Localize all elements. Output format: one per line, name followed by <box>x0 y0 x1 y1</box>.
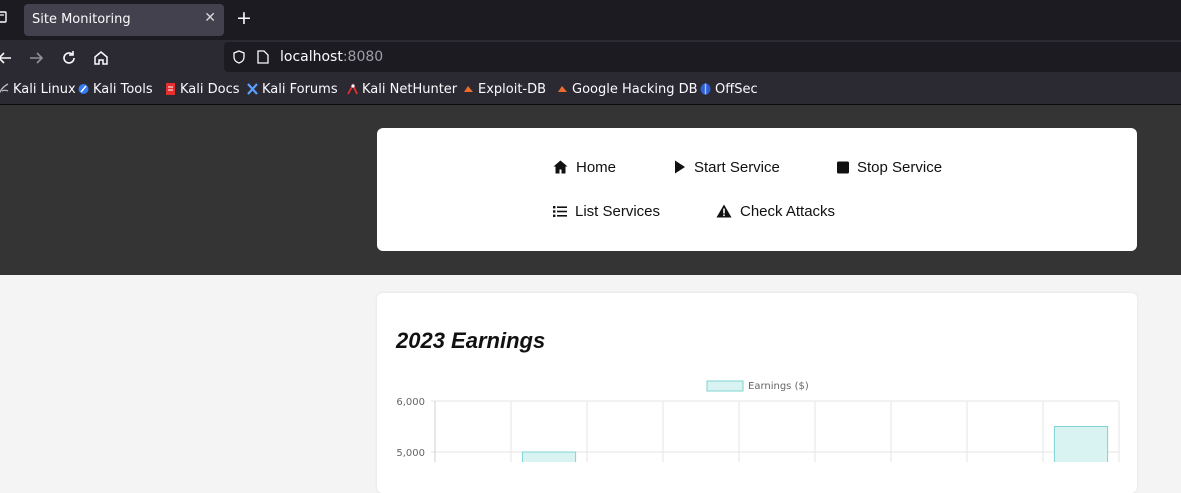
new-tab-icon[interactable]: + <box>236 9 252 28</box>
browser-tab-bar: Site Monitoring ✕ + <box>0 0 1181 40</box>
address-bar[interactable]: localhost:8080 <box>224 42 1181 72</box>
legend-swatch <box>706 380 744 392</box>
stop-icon <box>837 161 849 174</box>
nav-home-link[interactable]: Home <box>553 159 616 176</box>
offsec-icon <box>700 83 711 95</box>
play-icon <box>675 160 685 174</box>
back-icon[interactable] <box>0 49 14 67</box>
reload-icon[interactable] <box>60 49 78 67</box>
kali-tools-icon <box>78 84 89 94</box>
nav-start-label: Start Service <box>694 159 780 176</box>
bookmark-exploit-db[interactable]: Exploit-DB <box>463 82 546 97</box>
bar <box>521 451 577 462</box>
tab-title: Site Monitoring <box>32 12 131 27</box>
bookmark-label: Kali Forums <box>262 82 338 97</box>
page-icon[interactable] <box>257 50 269 64</box>
list-icon <box>553 206 567 217</box>
nav-card: Home Start Service Stop Service List Ser… <box>377 128 1137 251</box>
bookmark-label: Kali Tools <box>93 82 153 97</box>
nav-start-service-link[interactable]: Start Service <box>674 159 780 176</box>
ghdb-icon <box>558 86 567 92</box>
nav-check-attacks-link[interactable]: Check Attacks <box>716 203 835 220</box>
nav-stop-label: Stop Service <box>857 159 943 176</box>
kali-docs-icon <box>166 83 175 95</box>
bookmark-google-hacking-db[interactable]: Google Hacking DB <box>557 82 698 97</box>
nav-stop-service-link[interactable]: Stop Service <box>837 159 942 176</box>
nav-home-label: Home <box>576 159 617 176</box>
y-tick-label: 6,000 <box>396 397 425 408</box>
close-tab-icon[interactable]: ✕ <box>204 10 216 26</box>
bookmark-kali-linux[interactable]: Kali Linux <box>0 82 76 97</box>
bookmark-offsec[interactable]: OffSec <box>700 82 758 97</box>
home-icon <box>553 160 568 174</box>
kali-nethunter-icon <box>347 83 358 95</box>
bookmark-kali-nethunter[interactable]: Kali NetHunter <box>347 82 457 97</box>
url-host: localhost <box>280 49 343 65</box>
tab-list-icon[interactable] <box>0 10 8 24</box>
bookmark-label: Kali Linux <box>13 82 76 97</box>
bookmark-label: Kali Docs <box>180 82 240 97</box>
bookmark-kali-tools[interactable]: Kali Tools <box>78 82 153 97</box>
nav-list-services-link[interactable]: List Services <box>553 203 660 220</box>
kali-forums-icon <box>247 83 258 95</box>
browser-tab[interactable]: Site Monitoring ✕ <box>24 4 224 36</box>
bookmark-label: Exploit-DB <box>478 82 547 97</box>
bookmark-kali-docs[interactable]: Kali Docs <box>165 82 240 97</box>
legend-label: Earnings ($) <box>748 381 809 392</box>
bookmark-label: OffSec <box>715 82 758 97</box>
nav-attacks-label: Check Attacks <box>740 203 836 220</box>
y-tick-label: 5,000 <box>396 448 425 459</box>
url-text: localhost:8080 <box>280 49 383 65</box>
shield-icon[interactable] <box>232 50 246 64</box>
bookmark-label: Google Hacking DB <box>572 82 698 97</box>
bookmark-label: Kali NetHunter <box>362 82 458 97</box>
bookmark-kali-forums[interactable]: Kali Forums <box>247 82 338 97</box>
bookmarks-toolbar: Kali Linux Kali Tools Kali Docs Kali For… <box>0 76 1181 105</box>
exploit-db-icon <box>464 86 473 92</box>
warning-icon <box>716 204 732 218</box>
bar <box>1053 426 1109 462</box>
earnings-chart: Earnings ($) 6,000 5,000 <box>396 380 1120 462</box>
browser-nav-bar: localhost:8080 <box>0 40 1181 76</box>
url-port: :8080 <box>342 49 384 65</box>
kali-dragon-icon <box>0 83 9 94</box>
chart-title: 2023 Earnings <box>396 328 546 353</box>
home-icon[interactable] <box>92 49 110 67</box>
forward-icon[interactable] <box>27 49 45 67</box>
nav-list-label: List Services <box>575 203 661 220</box>
